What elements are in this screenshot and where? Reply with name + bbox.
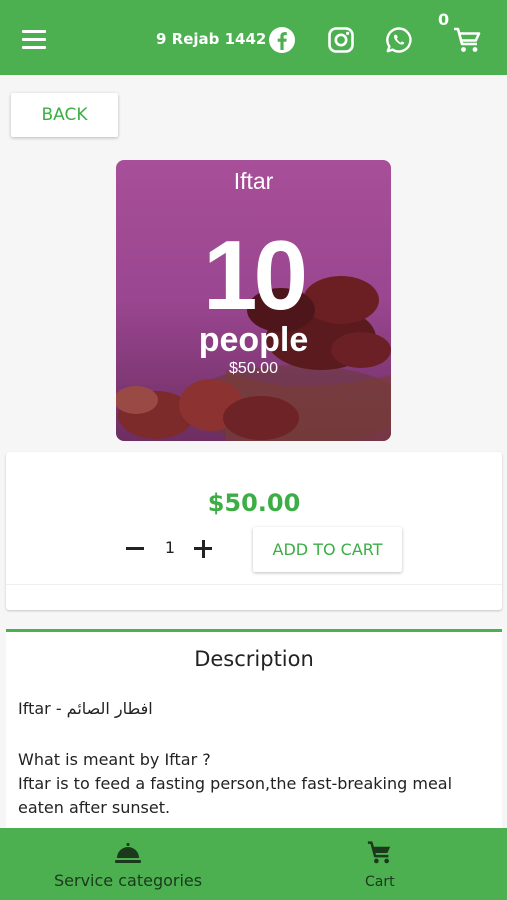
image-title: Iftar <box>233 168 274 194</box>
cart-icon[interactable] <box>452 26 482 54</box>
description-title: Description <box>194 647 314 671</box>
nav-label-service-categories: Service categories <box>54 871 203 890</box>
card-divider <box>6 584 502 585</box>
cart-count-badge: 0 <box>438 10 450 29</box>
quantity-value: 1 <box>164 538 176 557</box>
product-image: Iftar 10 people $50.00 <box>116 160 391 441</box>
description-card: Description Iftar - افطار الصائم What is… <box>6 629 502 829</box>
description-line: eaten after sunset. <box>18 798 171 817</box>
back-button[interactable]: BACK <box>11 93 118 137</box>
facebook-icon[interactable] <box>268 26 296 54</box>
increase-quantity-button[interactable] <box>192 538 214 560</box>
food-tray-icon <box>115 843 141 863</box>
description-line: Iftar is to feed a fasting person,the fa… <box>18 774 453 793</box>
nav-service-categories[interactable]: Service categories <box>0 828 253 900</box>
description-line: What is meant by Iftar ? <box>18 750 211 769</box>
description-line: Iftar - افطار الصائم <box>18 699 153 718</box>
bottom-navigation: Service categories Cart <box>0 828 507 900</box>
product-price: $50.00 <box>207 489 301 517</box>
add-to-cart-button[interactable]: ADD TO CART <box>253 527 402 572</box>
menu-icon[interactable] <box>22 28 48 50</box>
image-unit: people <box>198 321 309 359</box>
whatsapp-icon[interactable] <box>385 26 413 54</box>
top-app-bar: 9 Rejab 1442 0 <box>0 0 507 75</box>
cart-icon <box>367 841 391 864</box>
image-price: $50.00 <box>229 360 278 377</box>
instagram-icon[interactable] <box>327 26 355 54</box>
decrease-quantity-button[interactable] <box>124 538 146 560</box>
purchase-card: $50.00 1 ADD TO CART <box>6 452 502 610</box>
image-people-count: 10 <box>202 220 308 330</box>
hijri-date: 9 Rejab 1442 <box>156 30 267 48</box>
nav-cart[interactable]: Cart <box>253 828 507 900</box>
nav-label-cart: Cart <box>365 874 395 890</box>
